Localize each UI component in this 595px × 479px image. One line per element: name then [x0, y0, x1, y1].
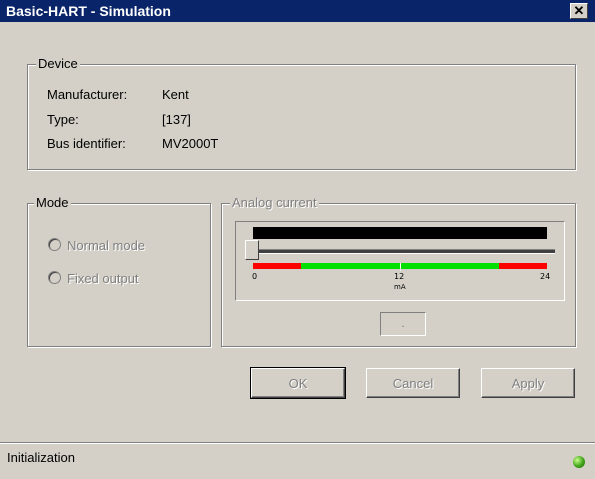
analog-current-group: Analog current 0 12 24 mA .: [221, 195, 576, 347]
type-label: Type:: [47, 112, 79, 127]
status-indicator-icon: [573, 456, 585, 468]
status-text: Initialization: [7, 450, 75, 465]
analog-readout-value: .: [401, 316, 405, 330]
normal-mode-label: Normal mode: [67, 238, 146, 253]
title-bar: Basic-HART - Simulation ✕: [0, 0, 595, 22]
manufacturer-label: Manufacturer:: [47, 87, 128, 102]
analog-gauge-panel: 0 12 24 mA: [235, 221, 565, 301]
scale-tick-mid: [400, 263, 401, 271]
fixed-output-label: Fixed output: [67, 271, 139, 286]
device-group-label: Device: [36, 56, 80, 71]
bus-identifier-label: Bus identifier:: [47, 136, 126, 151]
mode-group: Mode Normal mode Fixed output: [27, 195, 211, 347]
analog-current-slider[interactable]: [245, 240, 259, 260]
type-value: [137]: [162, 112, 191, 127]
window-title: Basic-HART - Simulation: [6, 3, 171, 19]
scale-unit-label: mA: [394, 283, 406, 291]
current-level-bar: [253, 227, 547, 239]
analog-current-group-label: Analog current: [230, 195, 319, 210]
normal-mode-radio[interactable]: Normal mode: [48, 238, 145, 253]
status-bar: Initialization: [0, 442, 595, 479]
ok-button[interactable]: OK: [250, 367, 346, 399]
scale-min-label: 0: [252, 272, 258, 281]
normal-mode-radio-circle[interactable]: [48, 238, 61, 251]
manufacturer-value: Kent: [162, 87, 189, 102]
slider-track: [253, 249, 555, 254]
scale-max-label: 24: [540, 272, 551, 281]
scale-red-low: [253, 263, 301, 269]
cancel-button[interactable]: Cancel: [366, 368, 460, 398]
bus-identifier-value: MV2000T: [162, 136, 219, 151]
analog-readout-field[interactable]: .: [380, 312, 426, 336]
close-button[interactable]: ✕: [570, 3, 588, 19]
fixed-output-radio[interactable]: Fixed output: [48, 271, 139, 286]
scale-red-high: [499, 263, 547, 269]
device-group: Device Manufacturer: Kent Type: [137] Bu…: [27, 56, 576, 170]
mode-group-label: Mode: [34, 195, 71, 210]
fixed-output-radio-circle[interactable]: [48, 271, 61, 284]
scale-mid-label: 12: [394, 272, 405, 281]
apply-button[interactable]: Apply: [481, 368, 575, 398]
